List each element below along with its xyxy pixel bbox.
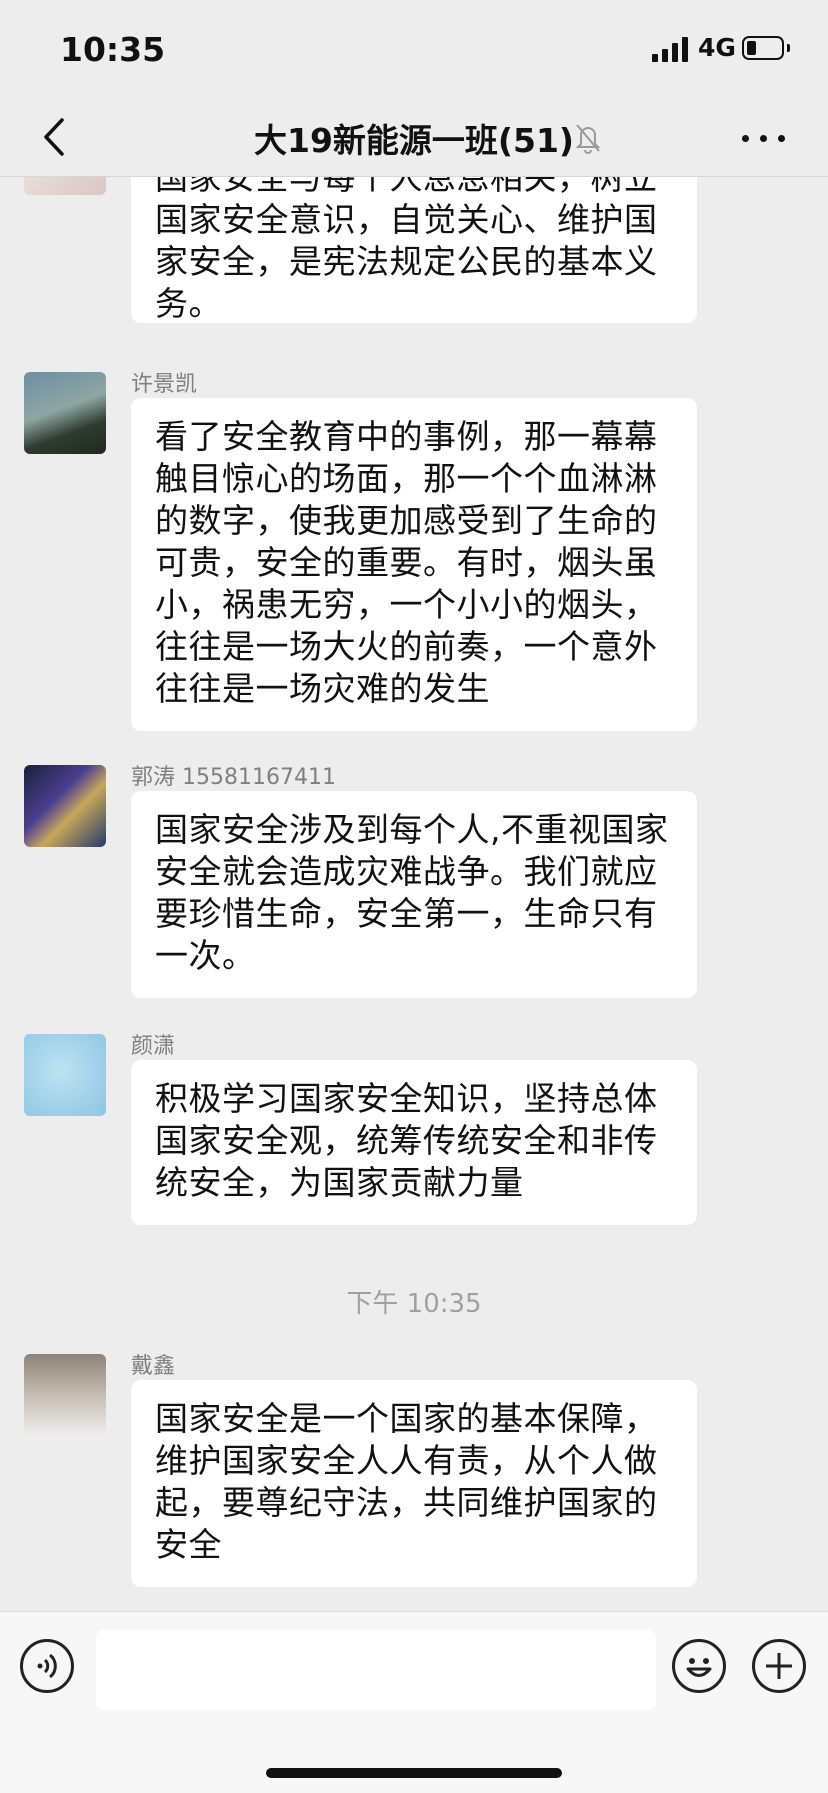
message-bubble[interactable]: 积极学习国家安全知识，坚持总体国家安全观，统筹传统安全和非传统安全，为国家贡献力… — [131, 1060, 697, 1225]
avatar[interactable] — [24, 372, 106, 454]
avatar[interactable] — [24, 1034, 106, 1116]
sender-name: 戴鑫 — [131, 1354, 176, 1379]
avatar[interactable] — [24, 1354, 106, 1436]
message-bubble[interactable]: 国家安全是一个国家的基本保障，维护国家安全人人有责，从个人做起，要尊纪守法，共同… — [131, 1380, 697, 1587]
time-separator: 下午 10:35 — [346, 1289, 482, 1319]
plus-circle-icon[interactable] — [752, 1639, 806, 1693]
sender-name: 郭涛 15581167411 — [131, 765, 336, 790]
input-bar — [0, 1611, 828, 1793]
message-bubble[interactable]: 国家安全涉及到每个人,不重视国家安全就会造成灾难战争。我们就应要珍惜生命，安全第… — [131, 791, 697, 998]
status-bar: 10:35 4G — [0, 0, 828, 100]
voice-icon[interactable] — [20, 1639, 74, 1693]
message-list[interactable]: 国家安全与每个人息息相关，树立国家安全意识，自觉关心、维护国家安全，是宪法规定公… — [0, 177, 828, 1611]
bell-off-icon — [575, 124, 601, 154]
home-indicator[interactable] — [266, 1768, 562, 1778]
status-time: 10:35 — [60, 30, 166, 69]
chat-title: 大19新能源一班(51) — [253, 121, 574, 160]
emoji-icon[interactable] — [672, 1639, 726, 1693]
message-bubble[interactable]: 国家安全与每个人息息相关，树立国家安全意识，自觉关心、维护国家安全，是宪法规定公… — [131, 177, 697, 323]
sender-name: 颜潇 — [131, 1034, 176, 1059]
signal-icon — [652, 36, 690, 62]
message-bubble[interactable]: 看了安全教育中的事例，那一幕幕触目惊心的场面，那一个个血淋淋的数字，使我更加感受… — [131, 398, 697, 731]
message-input[interactable] — [96, 1630, 656, 1710]
avatar[interactable] — [24, 765, 106, 847]
battery-icon — [742, 36, 784, 60]
network-type: 4G — [698, 33, 736, 62]
avatar[interactable] — [24, 177, 106, 195]
more-dots-icon[interactable] — [740, 126, 788, 150]
sender-name: 许景凯 — [131, 372, 198, 397]
nav-bar: 大19新能源一班(51) — [0, 100, 828, 177]
